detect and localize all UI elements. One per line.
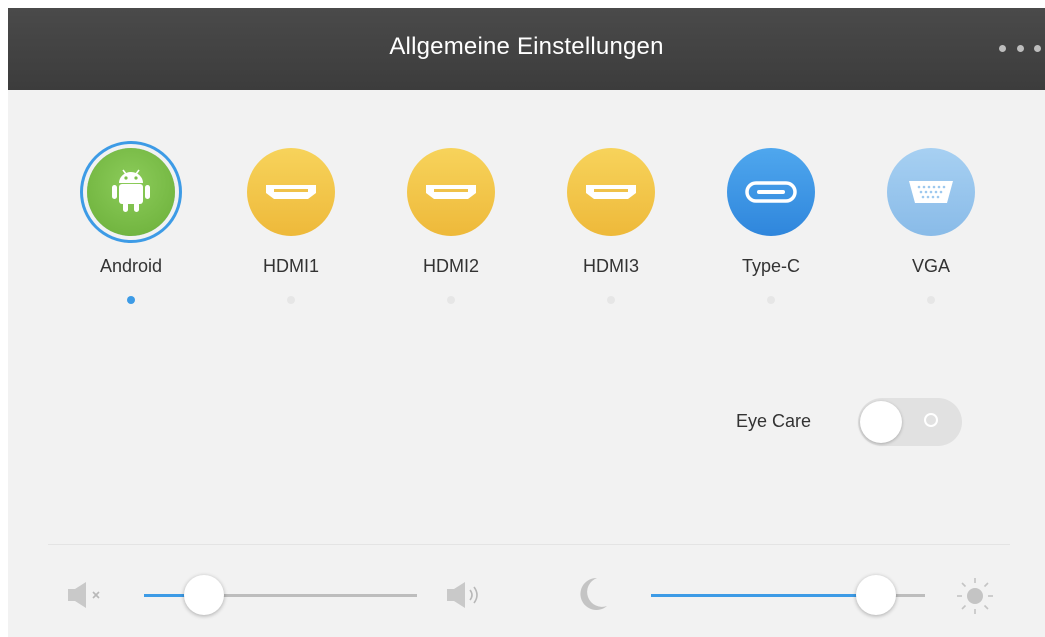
source-label: HDMI3 — [582, 256, 639, 276]
source-hdmi1[interactable]: HDMI1 — [231, 148, 351, 304]
source-type-c[interactable]: Type-C — [711, 148, 831, 304]
source-label: Type-C — [741, 256, 801, 276]
page-indicator-dot — [127, 296, 135, 304]
source-label: Android — [99, 256, 163, 276]
usb-type-c-icon — [727, 148, 815, 236]
source-label: HDMI2 — [422, 256, 479, 276]
page-indicator-dot — [607, 296, 615, 304]
vga-port-icon — [887, 148, 975, 236]
brightness-fill — [651, 594, 876, 597]
moon-icon[interactable] — [575, 575, 611, 613]
window-title: Allgemeine Einstellungen — [389, 33, 664, 60]
more-dots-icon[interactable] — [995, 36, 1045, 60]
speaker-loud-icon[interactable] — [445, 581, 489, 609]
eye-care-label: Eye Care — [736, 411, 812, 431]
brightness-thumb[interactable] — [855, 575, 896, 615]
page-indicator-dot — [927, 296, 935, 304]
volume-thumb[interactable] — [184, 575, 225, 615]
source-label: VGA — [911, 256, 950, 276]
toggle-knob — [860, 401, 902, 443]
hdmi-port-icon — [407, 148, 495, 236]
hdmi-port-icon — [247, 148, 335, 236]
source-android[interactable]: Android — [71, 148, 191, 304]
toggle-off-indicator — [924, 413, 938, 427]
speaker-mute-icon[interactable] — [66, 581, 110, 609]
divider — [48, 544, 1010, 545]
source-vga[interactable]: VGA — [871, 148, 991, 304]
page-indicator-dot — [447, 296, 455, 304]
title-bar: Allgemeine Einstellungen — [8, 8, 1045, 90]
source-label: HDMI1 — [262, 256, 319, 276]
page-indicator-dot — [287, 296, 295, 304]
volume-slider[interactable] — [144, 575, 417, 615]
eye-care-toggle[interactable] — [858, 398, 962, 446]
source-hdmi3[interactable]: HDMI3 — [551, 148, 671, 304]
page-indicator-dot — [767, 296, 775, 304]
source-hdmi2[interactable]: HDMI2 — [391, 148, 511, 304]
brightness-slider[interactable] — [651, 575, 925, 615]
hdmi-port-icon — [567, 148, 655, 236]
android-icon — [87, 148, 175, 236]
settings-panel: Allgemeine Einstellungen Android HDMI1 H… — [8, 8, 1045, 637]
sun-icon[interactable] — [953, 574, 997, 618]
